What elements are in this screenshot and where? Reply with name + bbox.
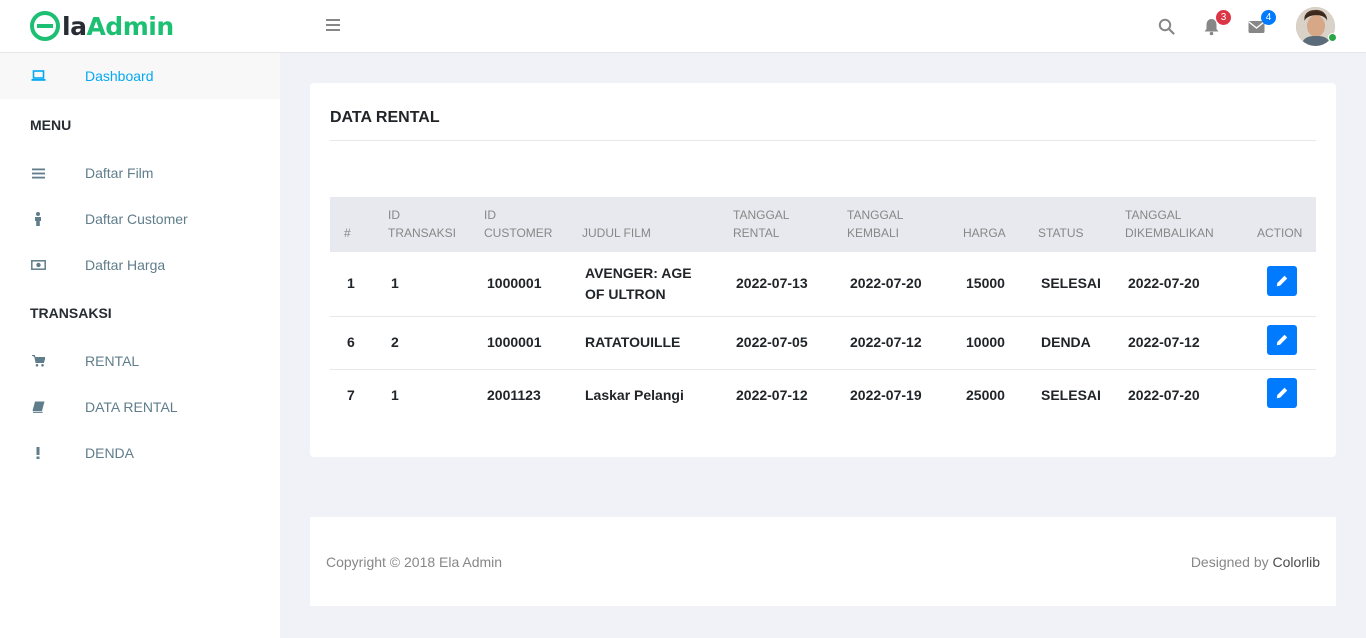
cell-tanggal-kembali: 2022-07-20 <box>850 275 922 292</box>
sidebar-item-label: Daftar Harga <box>85 257 166 273</box>
cell-id-transaksi: 2 <box>391 334 399 350</box>
menu-toggle-icon[interactable] <box>326 19 340 32</box>
pencil-icon <box>1276 334 1288 345</box>
notifications-badge: 3 <box>1216 10 1231 25</box>
messages-envelope-icon[interactable]: 4 <box>1248 10 1276 36</box>
table-row: 7 1 2001123 Laskar Pelangi 2022-07-12 20… <box>330 369 1316 422</box>
cell-tanggal-rental: 2022-07-13 <box>736 275 808 292</box>
col-header-judul-film: JUDUL FILM <box>582 226 651 240</box>
sidebar-item-rental[interactable]: RENTAL <box>0 338 280 384</box>
sidebar-item-label: Dashboard <box>85 68 154 84</box>
cell-tanggal-dikembalikan: 2022-07-12 <box>1128 334 1200 350</box>
logo-text-la: la <box>62 11 87 41</box>
data-rental-card: DATA RENTAL # ID TRANSAKSI ID CUSTOMER J… <box>310 83 1336 457</box>
sidebar-section-menu: MENU <box>30 117 72 133</box>
sidebar-item-denda[interactable]: DENDA <box>0 430 280 476</box>
col-header-tanggal-rental: TANGGAL RENTAL <box>733 208 790 240</box>
cell-tanggal-dikembalikan: 2022-07-20 <box>1128 387 1200 404</box>
cell-tanggal-kembali: 2022-07-12 <box>850 334 922 350</box>
cell-judul-film: RATATOUILLE <box>585 334 681 350</box>
cell-judul-film: Laskar Pelangi <box>585 387 684 404</box>
cell-status: SELESAI <box>1041 387 1101 404</box>
top-header: laAdmin 3 4 <box>0 0 1366 53</box>
money-bill-icon <box>30 257 46 273</box>
sidebar-item-data-rental[interactable]: DATA RENTAL <box>0 384 280 430</box>
table-header-row: # ID TRANSAKSI ID CUSTOMER JUDUL FILM TA… <box>330 197 1316 252</box>
col-header-tanggal-dikembalikan: TANGGAL DIKEMBALIKAN <box>1125 208 1214 240</box>
exclamation-icon <box>30 445 46 461</box>
edit-button[interactable] <box>1267 377 1297 408</box>
cell-harga: 25000 <box>966 387 1005 404</box>
sidebar-item-label: Daftar Film <box>85 165 154 181</box>
pencil-icon <box>1276 387 1288 398</box>
online-status-dot <box>1328 33 1337 42</box>
laptop-icon <box>30 68 46 84</box>
designed-by-text: Designed by Colorlib <box>1190 554 1320 570</box>
cell-harga: 10000 <box>966 334 1005 350</box>
col-header-number: # <box>344 226 351 240</box>
edit-button[interactable] <box>1267 265 1297 296</box>
sidebar-item-dashboard[interactable]: Dashboard <box>0 53 280 99</box>
cell-tanggal-rental: 2022-07-05 <box>736 334 808 350</box>
sidebar-item-label: DATA RENTAL <box>85 399 178 415</box>
search-icon[interactable] <box>1158 18 1176 36</box>
cell-number: 6 <box>347 334 355 350</box>
footer: Copyright © 2018 Ela Admin Designed by C… <box>310 517 1336 606</box>
table-row: 1 1 1000001 AVENGER: AGE OF ULTRON 2022-… <box>330 252 1316 316</box>
col-header-id-transaksi: ID TRANSAKSI <box>388 208 457 240</box>
cell-number: 7 <box>347 387 355 404</box>
shopping-cart-icon <box>30 353 46 369</box>
rental-table: # ID TRANSAKSI ID CUSTOMER JUDUL FILM TA… <box>330 197 1316 422</box>
cell-id-transaksi: 1 <box>391 387 399 404</box>
sidebar-item-label: RENTAL <box>85 353 140 369</box>
cell-tanggal-rental: 2022-07-12 <box>736 387 808 404</box>
sidebar-item-label: DENDA <box>85 445 135 461</box>
edit-button[interactable] <box>1267 324 1297 355</box>
cell-status: SELESAI <box>1041 275 1101 292</box>
cell-id-customer: 2001123 <box>487 387 541 404</box>
sidebar-item-daftar-harga[interactable]: Daftar Harga <box>0 242 280 288</box>
sidebar-item-daftar-customer[interactable]: Daftar Customer <box>0 196 280 242</box>
cell-judul-film: AVENGER: AGE OF ULTRON <box>585 264 692 302</box>
notifications-bell-icon[interactable]: 3 <box>1203 10 1231 36</box>
cell-id-customer: 1000001 <box>487 275 542 292</box>
card-title: DATA RENTAL <box>330 109 440 126</box>
cell-harga: 15000 <box>966 275 1005 292</box>
messages-badge: 4 <box>1261 10 1276 25</box>
list-icon <box>30 165 46 181</box>
logo[interactable]: laAdmin <box>30 9 174 43</box>
table-row: 6 2 1000001 RATATOUILLE 2022-07-05 2022-… <box>330 316 1316 369</box>
cell-id-customer: 1000001 <box>487 334 542 350</box>
logo-text-admin: Admin <box>86 11 174 41</box>
sidebar-item-label: Daftar Customer <box>85 211 188 227</box>
cell-status: DENDA <box>1041 334 1091 350</box>
logo-e-mark <box>30 11 60 41</box>
colorlib-link[interactable]: Colorlib <box>1273 554 1320 570</box>
user-male-icon <box>30 211 46 227</box>
col-header-id-customer: ID CUSTOMER <box>484 208 553 240</box>
sidebar-section-transaksi: TRANSAKSI <box>30 305 112 321</box>
cell-number: 1 <box>347 275 355 292</box>
sidebar: Dashboard MENU Daftar Film Daftar Custom… <box>0 53 280 638</box>
card-divider <box>330 140 1316 141</box>
book-icon <box>30 399 46 415</box>
col-header-action: ACTION <box>1257 226 1303 240</box>
col-header-status: STATUS <box>1038 226 1084 240</box>
copyright-text: Copyright © 2018 Ela Admin <box>326 554 503 570</box>
col-header-harga: HARGA <box>963 226 1006 240</box>
pencil-icon <box>1276 275 1288 286</box>
cell-id-transaksi: 1 <box>391 275 399 292</box>
cell-tanggal-dikembalikan: 2022-07-20 <box>1128 275 1200 292</box>
sidebar-item-daftar-film[interactable]: Daftar Film <box>0 150 280 196</box>
cell-tanggal-kembali: 2022-07-19 <box>850 387 922 404</box>
col-header-tanggal-kembali: TANGGAL KEMBALI <box>847 208 904 240</box>
